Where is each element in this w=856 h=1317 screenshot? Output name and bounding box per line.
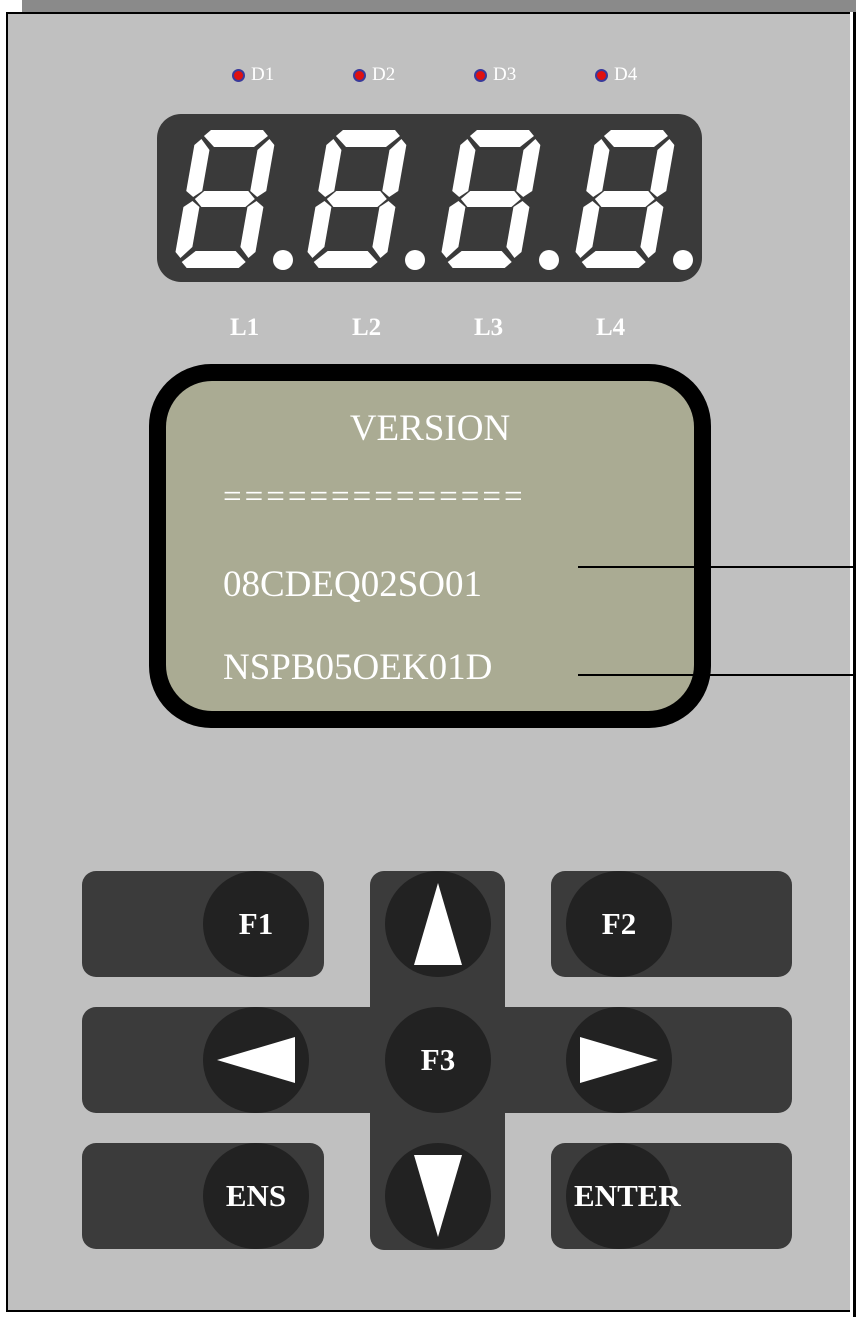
lcd-title: VERSION bbox=[349, 408, 511, 449]
digit-1 bbox=[172, 130, 293, 270]
indicator-label: D4 bbox=[614, 64, 638, 85]
seven-segment-display bbox=[157, 114, 702, 282]
right-arrow-icon bbox=[580, 1037, 658, 1083]
up-arrow-icon bbox=[414, 883, 462, 965]
callout-line-2 bbox=[578, 674, 856, 676]
callout-line-1 bbox=[578, 566, 856, 568]
indicator-d3: D3 bbox=[474, 64, 516, 86]
digit-label-l4: L4 bbox=[596, 314, 626, 341]
f2-button[interactable]: F2 bbox=[566, 871, 672, 977]
led-icon bbox=[474, 68, 487, 82]
led-icon bbox=[232, 68, 245, 82]
ens-button[interactable]: ENS bbox=[203, 1143, 309, 1249]
right-button[interactable] bbox=[566, 1007, 672, 1113]
up-button[interactable] bbox=[385, 871, 491, 977]
digit-3 bbox=[438, 130, 559, 270]
digit-2 bbox=[304, 130, 425, 270]
lcd-line-2: NSPB05OEK01D bbox=[223, 647, 493, 688]
digit-label-l3: L3 bbox=[474, 314, 504, 341]
top-bar bbox=[22, 0, 856, 12]
lcd-screen: VERSION ============== 08CDEQ02SO01 NSPB… bbox=[166, 381, 694, 711]
down-button[interactable] bbox=[385, 1143, 491, 1249]
indicator-d1: D1 bbox=[232, 64, 274, 86]
enter-button[interactable]: ENTER bbox=[566, 1143, 681, 1249]
digit-label-l2: L2 bbox=[352, 314, 382, 341]
lcd-separator: ============== bbox=[223, 479, 526, 515]
seven-segment-digits bbox=[172, 130, 693, 270]
indicator-d2: D2 bbox=[353, 64, 395, 86]
left-arrow-icon bbox=[217, 1037, 295, 1083]
led-icon bbox=[353, 68, 366, 82]
indicator-label: D1 bbox=[251, 64, 275, 85]
indicator-d4: D4 bbox=[595, 64, 637, 86]
led-icon bbox=[595, 68, 608, 82]
indicator-label: D3 bbox=[493, 64, 517, 85]
digit-label-l1: L1 bbox=[230, 314, 260, 341]
f3-button[interactable]: F3 bbox=[385, 1007, 491, 1113]
left-button[interactable] bbox=[203, 1007, 309, 1113]
f1-button[interactable]: F1 bbox=[203, 871, 309, 977]
indicator-label: D2 bbox=[372, 64, 396, 85]
lcd-line-1: 08CDEQ02SO01 bbox=[223, 564, 483, 605]
down-arrow-icon bbox=[414, 1155, 462, 1237]
digit-4 bbox=[572, 130, 693, 270]
